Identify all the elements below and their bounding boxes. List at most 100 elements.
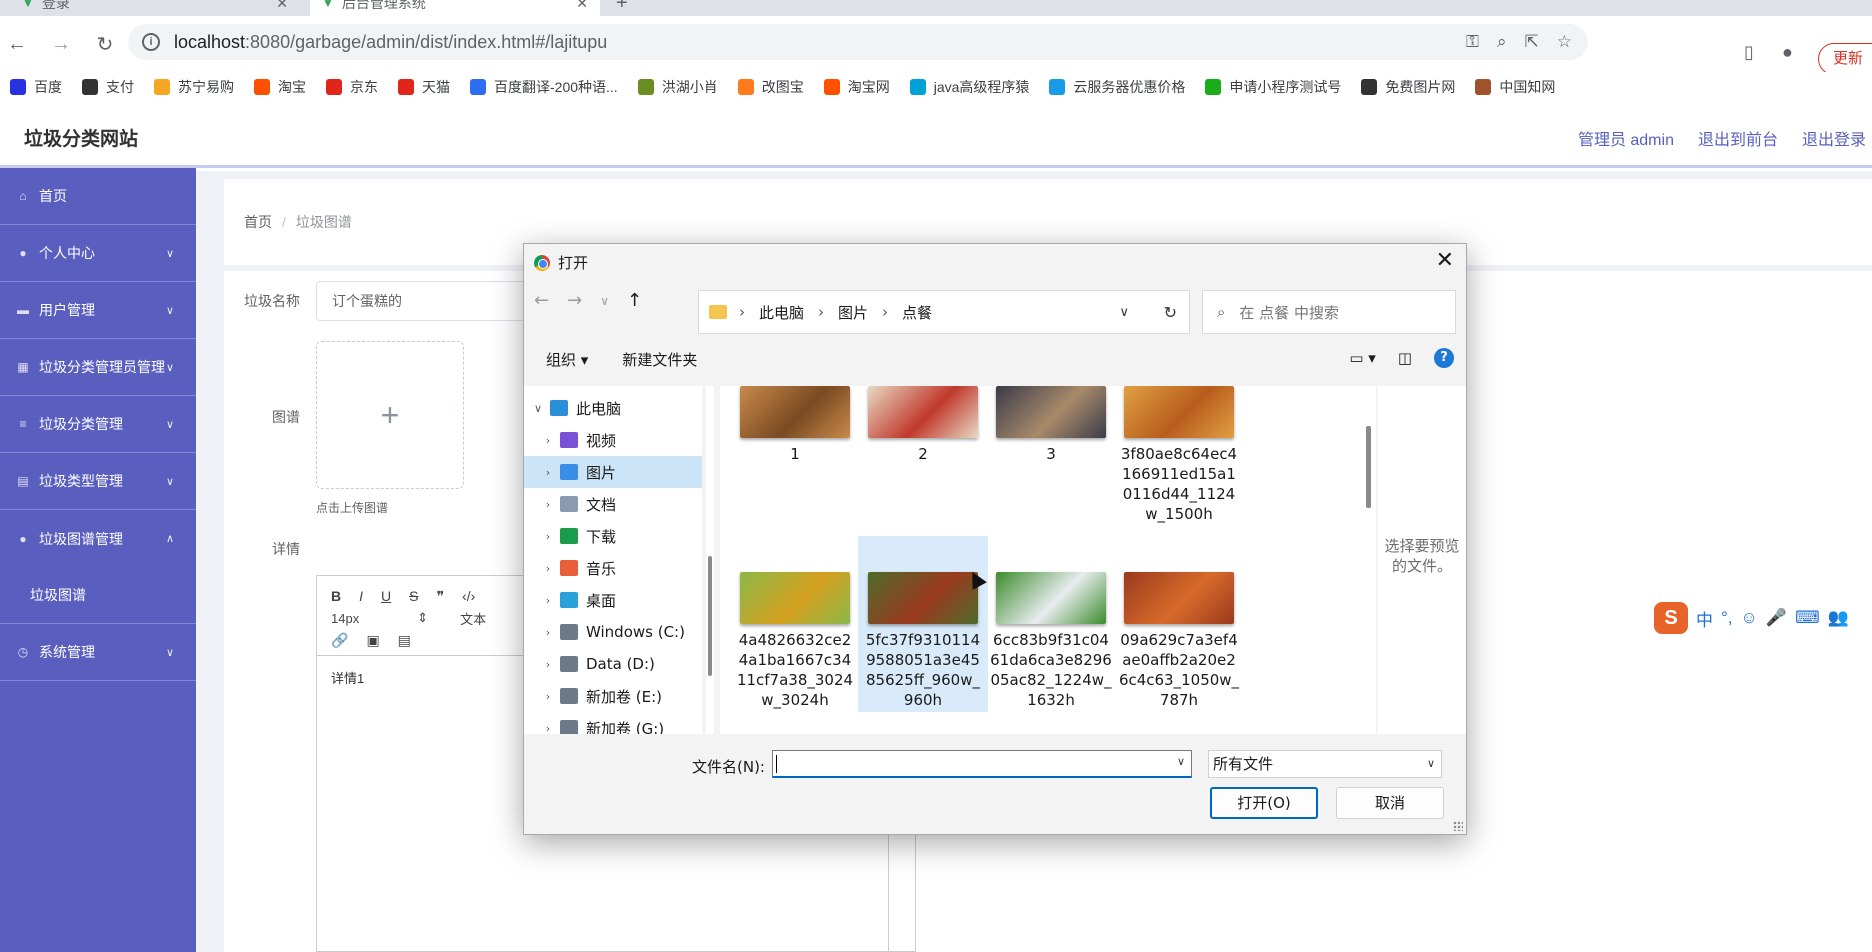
chevron-right-icon[interactable]: ›: [536, 434, 560, 447]
tree-item[interactable]: › 音乐: [524, 552, 702, 584]
tree-item[interactable]: › 新加卷 (G:): [524, 712, 702, 734]
new-tab-button[interactable]: +: [616, 0, 628, 15]
code-icon[interactable]: ‹/›: [462, 588, 475, 604]
share-icon[interactable]: ⇱: [1525, 32, 1539, 52]
sidebar-item[interactable]: ● 垃圾图谱管理 ∧: [0, 510, 196, 567]
tree-item[interactable]: › 图片: [524, 456, 702, 488]
back-icon[interactable]: ←: [6, 33, 28, 56]
file-item[interactable]: 3: [986, 386, 1116, 514]
file-item[interactable]: 09a629c7a3ef4ae0affb2a20e26c4c63_1050w_7…: [1114, 536, 1244, 712]
file-item[interactable]: 5fc37f93101149588051a3e4585625ff_960w_96…: [858, 536, 988, 712]
bookmark-item[interactable]: 百度翻译-200种语...: [470, 77, 618, 97]
file-item[interactable]: 3f80ae8c64ec4166911ed15a10116d44_1124w_1…: [1114, 386, 1244, 523]
bookmark-item[interactable]: 改图宝: [737, 77, 804, 97]
bookmark-item[interactable]: 申请小程序测试号: [1205, 77, 1341, 97]
quote-icon[interactable]: ❞: [436, 588, 444, 605]
emoji-icon[interactable]: ☺: [1741, 608, 1758, 628]
reload-icon[interactable]: ↻: [94, 32, 116, 57]
help-icon[interactable]: ?: [1434, 348, 1454, 368]
sidebar-item[interactable]: ▦ 垃圾分类管理员管理 ∨: [0, 339, 196, 396]
open-button[interactable]: 打开(O): [1210, 787, 1318, 819]
chevron-right-icon[interactable]: ›: [536, 594, 560, 607]
bookmark-item[interactable]: 淘宝网: [823, 77, 890, 97]
file-item[interactable]: 4a4826632ce24a1ba1667c3411cf7a38_3024w_3…: [730, 536, 860, 712]
chevron-right-icon[interactable]: ›: [536, 690, 560, 703]
chevron-down-icon[interactable]: ∨: [1177, 755, 1185, 768]
bookmark-item[interactable]: 百度: [10, 77, 62, 97]
chevron-right-icon[interactable]: ›: [536, 530, 560, 543]
keyboard-icon[interactable]: ⌨: [1795, 608, 1820, 628]
image-thumbnail[interactable]: [740, 386, 850, 438]
bookmark-item[interactable]: 中国知网: [1475, 77, 1555, 97]
file-item[interactable]: 1: [730, 386, 860, 514]
up-arrow-icon[interactable]: ↑: [627, 290, 642, 311]
strikethrough-icon[interactable]: S: [409, 588, 418, 604]
chevron-right-icon[interactable]: ›: [818, 303, 824, 321]
tree-item[interactable]: › 桌面: [524, 584, 702, 616]
files-scrollbar[interactable]: [1360, 386, 1376, 734]
bookmark-item[interactable]: 淘宝: [254, 77, 306, 97]
close-icon[interactable]: ✕: [1436, 248, 1454, 273]
resize-grip[interactable]: [1453, 821, 1463, 831]
logout-link[interactable]: 退出登录: [1802, 126, 1866, 150]
key-icon[interactable]: ⚿: [1466, 32, 1479, 52]
preview-pane-icon[interactable]: ◫: [1398, 349, 1412, 367]
path-segment[interactable]: 图片: [838, 302, 868, 323]
folder-search-input[interactable]: ⌕ 在 点餐 中搜索: [1202, 290, 1456, 334]
close-tab-icon[interactable]: ✕: [276, 0, 288, 12]
chevron-down-icon[interactable]: ∨: [526, 402, 550, 415]
italic-icon[interactable]: I: [359, 588, 363, 604]
text-style-select[interactable]: 文本: [460, 609, 486, 628]
forward-arrow-icon[interactable]: →: [567, 290, 582, 311]
site-info-icon[interactable]: i: [142, 33, 160, 51]
chevron-right-icon[interactable]: ›: [536, 722, 560, 735]
sidebar-item[interactable]: ⌂ 首页: [0, 168, 196, 225]
refresh-icon[interactable]: ↻: [1164, 303, 1177, 322]
update-button[interactable]: 更新: [1818, 43, 1872, 75]
link-icon[interactable]: 🔗: [331, 632, 348, 649]
bookmark-item[interactable]: 支付: [82, 77, 134, 97]
sidebar-item[interactable]: ◷ 系统管理 ∨: [0, 624, 196, 681]
browser-tab-login[interactable]: ▼ 登录 ✕: [10, 0, 300, 16]
back-to-frontend-link[interactable]: 退出到前台: [1698, 126, 1778, 150]
tree-item[interactable]: › 新加卷 (E:): [524, 680, 702, 712]
chevron-right-icon[interactable]: ›: [739, 303, 745, 321]
filetype-select[interactable]: 所有文件 ∨: [1208, 750, 1442, 778]
bookmark-item[interactable]: java高级程序猿: [909, 77, 1029, 97]
bookmark-item[interactable]: 苏宁易购: [154, 77, 234, 97]
image-thumbnail[interactable]: [1124, 386, 1234, 438]
users-icon[interactable]: 👥: [1828, 608, 1849, 628]
image-thumbnail[interactable]: [740, 572, 850, 624]
tree-item[interactable]: › 文档: [524, 488, 702, 520]
image-thumbnail[interactable]: [868, 572, 978, 624]
chevron-right-icon[interactable]: ›: [536, 658, 560, 671]
tree-item[interactable]: › Windows (C:): [524, 616, 702, 648]
back-arrow-icon[interactable]: ←: [534, 290, 549, 311]
file-item[interactable]: 6cc83b9f31c0461da6ca3e829605ac82_1224w_1…: [986, 536, 1116, 712]
side-panel-icon[interactable]: ▯: [1744, 42, 1754, 63]
tree-item[interactable]: › 下载: [524, 520, 702, 552]
path-segment[interactable]: 点餐: [902, 302, 932, 323]
chevron-right-icon[interactable]: ›: [536, 562, 560, 575]
recent-dropdown-icon[interactable]: ∨: [600, 294, 609, 308]
new-folder-button[interactable]: 新建文件夹: [622, 349, 697, 370]
font-size-select[interactable]: 14px: [331, 611, 359, 626]
sidebar-item[interactable]: ▬ 用户管理 ∨: [0, 282, 196, 339]
image-thumbnail[interactable]: [996, 572, 1106, 624]
view-mode-icon[interactable]: ▭ ▾: [1349, 349, 1375, 367]
tree-scrollbar[interactable]: [706, 386, 714, 734]
ime-punctuation-icon[interactable]: °,: [1721, 608, 1733, 628]
ime-chinese-mode[interactable]: 中: [1696, 606, 1713, 631]
close-tab-icon[interactable]: ✕: [576, 0, 588, 12]
admin-user-link[interactable]: 管理员 admin: [1578, 126, 1674, 150]
tree-item[interactable]: ∨ 此电脑: [524, 392, 702, 424]
profile-avatar-icon[interactable]: ●: [1782, 42, 1793, 63]
tree-item[interactable]: › Data (D:): [524, 648, 702, 680]
chevron-right-icon[interactable]: ›: [536, 626, 560, 639]
sidebar-item[interactable]: 垃圾图谱: [0, 567, 196, 624]
filename-input[interactable]: ∨: [772, 750, 1192, 778]
sidebar-item[interactable]: ≡ 垃圾分类管理 ∨: [0, 396, 196, 453]
organize-menu[interactable]: 组织 ▾: [546, 349, 588, 370]
bookmark-star-icon[interactable]: ☆: [1557, 32, 1572, 52]
bold-icon[interactable]: B: [331, 588, 341, 604]
